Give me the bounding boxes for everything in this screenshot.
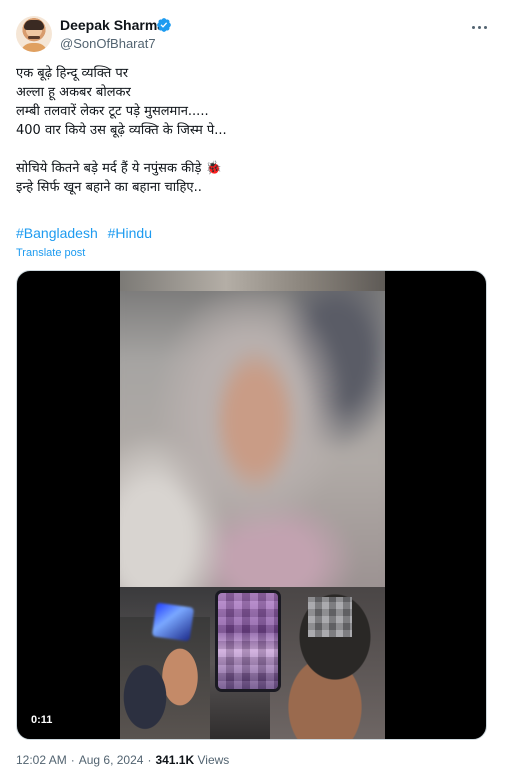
post-text: एक बूढ़े हिन्दू व्यक्ति पर अल्ला हू अकबर… bbox=[16, 64, 486, 197]
video-bottom-scene bbox=[120, 587, 385, 739]
verified-badge-icon bbox=[157, 18, 171, 32]
post-line: एक बूढ़े हिन्दू व्यक्ति पर bbox=[16, 66, 129, 81]
tweet: Deepak Sharma @SonOfBharat7 एक बूढ़े हिन… bbox=[0, 0, 506, 771]
avatar-hair bbox=[24, 20, 44, 30]
post-time[interactable]: 12:02 AM bbox=[16, 753, 67, 767]
blurred-video-content bbox=[120, 271, 385, 600]
user-handle[interactable]: @SonOfBharat7 bbox=[60, 36, 156, 52]
video-duration: 0:11 bbox=[26, 712, 58, 729]
views-label: Views bbox=[197, 753, 230, 767]
avatar[interactable] bbox=[16, 16, 52, 52]
video-frame bbox=[120, 271, 385, 739]
post-date[interactable]: Aug 6, 2024 bbox=[79, 753, 144, 767]
views-count: 341.1K bbox=[155, 753, 195, 767]
post-line: अल्ला हू अकबर बोलकर bbox=[16, 85, 131, 100]
hashtag-hindu[interactable]: #Hindu bbox=[108, 225, 152, 241]
post-line: लम्बी तलवारें लेकर टूट पड़े मुसलमान..... bbox=[16, 104, 209, 119]
post-meta: 12:02 AM · Aug 6, 2024 · 341.1K Views bbox=[16, 753, 229, 768]
post-line: सोचिये कितने बड़े मर्द हैं ये नपुंसक कीड… bbox=[16, 161, 222, 176]
avatar-shirt bbox=[20, 43, 48, 52]
phone-screen-1 bbox=[151, 602, 195, 642]
meta-separator: · bbox=[70, 753, 75, 767]
more-options-icon[interactable] bbox=[468, 18, 490, 36]
hashtag-bangladesh[interactable]: #Bangladesh bbox=[16, 225, 98, 241]
video-player[interactable]: 0:11 bbox=[16, 270, 487, 740]
phone-screen-2 bbox=[218, 593, 278, 689]
hashtags: #Bangladesh #Hindu bbox=[16, 224, 158, 242]
pixelated-face bbox=[308, 597, 352, 637]
post-line: इन्हे सिर्फ खून बहाने का बहाना चाहिए.. bbox=[16, 180, 202, 195]
translate-post-link[interactable]: Translate post bbox=[16, 246, 85, 260]
meta-separator: · bbox=[147, 753, 152, 767]
video-top-strip bbox=[120, 271, 385, 291]
post-line: 400 वार किये उस बूढ़े व्यक्ति के जिस्म प… bbox=[16, 123, 227, 138]
tweet-header: Deepak Sharma @SonOfBharat7 bbox=[16, 14, 490, 56]
display-name[interactable]: Deepak Sharma bbox=[60, 17, 165, 34]
avatar-mustache bbox=[28, 36, 40, 39]
